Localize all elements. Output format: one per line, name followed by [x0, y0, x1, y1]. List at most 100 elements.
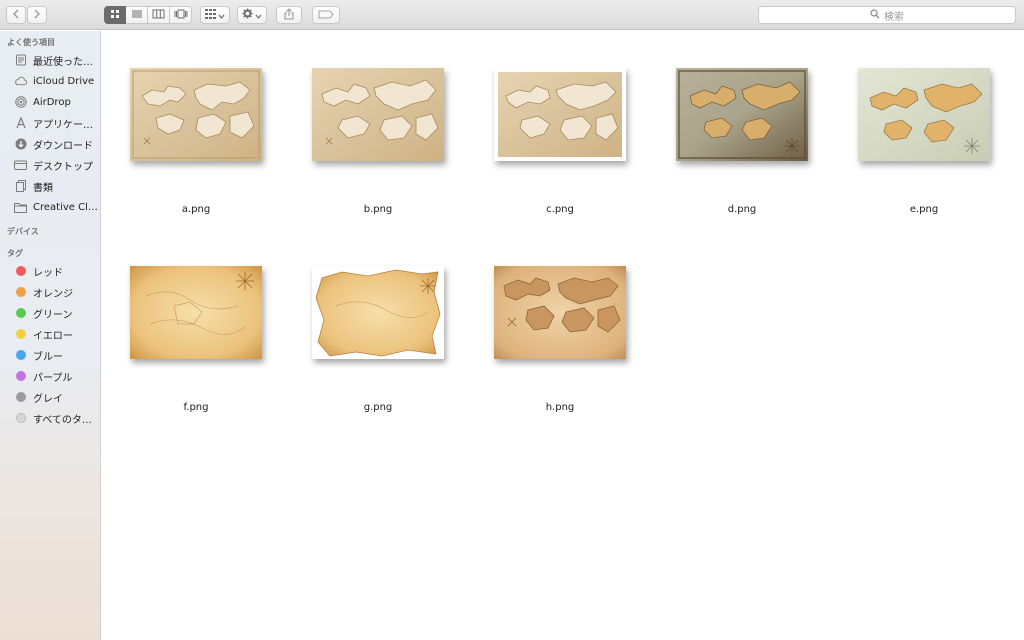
tag-color-dot — [16, 287, 26, 297]
sidebar-tag-yellow[interactable]: イエロー — [0, 324, 100, 344]
list-view-icon — [131, 9, 143, 22]
cover-flow-button[interactable] — [170, 6, 192, 24]
applications-icon — [14, 117, 27, 130]
file-thumbnail — [858, 68, 990, 161]
sidebar-item-airdrop[interactable]: AirDrop — [0, 92, 100, 112]
tag-color-dot — [16, 350, 26, 360]
sidebar-tag-purple[interactable]: パープル — [0, 366, 100, 386]
chevron-right-icon — [33, 9, 41, 22]
icon-view-button[interactable] — [104, 6, 126, 24]
file-item[interactable]: d.png — [652, 31, 812, 215]
cover-flow-icon — [174, 9, 188, 22]
file-name: b.png — [363, 204, 393, 215]
share-button[interactable] — [276, 6, 302, 24]
recents-icon — [14, 54, 27, 67]
file-item[interactable]: e.png — [834, 31, 994, 215]
file-thumbnail — [494, 266, 626, 359]
file-browser: a.png b.png c.png d.png e.png f.png g.pn… — [101, 31, 1024, 640]
file-item[interactable]: b.png — [288, 31, 448, 215]
sidebar-item-icloud-drive[interactable]: iCloud Drive — [0, 71, 100, 91]
file-item[interactable]: a.png — [106, 31, 266, 215]
airdrop-icon — [14, 96, 27, 109]
sidebar-tag-blue[interactable]: ブルー — [0, 345, 100, 365]
column-view-icon — [152, 9, 165, 22]
sidebar-tag-all-tags[interactable]: すべてのタ… — [0, 408, 100, 428]
grid-arrange-icon — [205, 8, 216, 22]
search-placeholder: 検索 — [884, 11, 904, 23]
tag-icon — [318, 9, 334, 22]
sidebar-item-label: オレンジ — [33, 288, 73, 300]
sidebar-item-label: iCloud Drive — [33, 75, 95, 87]
file-thumbnail — [130, 68, 262, 161]
sidebar-tag-orange[interactable]: オレンジ — [0, 282, 100, 302]
sidebar-item-label: アプリケー… — [33, 119, 93, 131]
file-thumbnail — [676, 68, 808, 161]
file-item[interactable]: f.png — [106, 229, 266, 413]
sidebar-item-label: ダウンロード — [33, 140, 93, 152]
file-name: h.png — [545, 402, 575, 413]
sidebar-item-creative-cloud[interactable]: Creative Cl… — [0, 197, 100, 217]
tags-header: タグ — [7, 249, 23, 258]
file-name: d.png — [727, 204, 757, 215]
sidebar-tag-gray[interactable]: グレイ — [0, 387, 100, 407]
tag-color-dot — [16, 413, 26, 423]
sidebar-item-label: レッド — [33, 267, 63, 279]
sidebar-item-documents[interactable]: 書類 — [0, 176, 100, 196]
file-item[interactable]: g.png — [288, 229, 448, 413]
chevron-left-icon — [12, 9, 20, 22]
sidebar: よく使う項目 最近使った… iCloud Drive AirDrop アプリケー… — [0, 31, 101, 640]
forward-button[interactable] — [27, 6, 47, 24]
icon-view-icon — [110, 9, 120, 22]
file-name: a.png — [181, 204, 211, 215]
tag-color-dot — [16, 266, 26, 276]
sidebar-item-label: グリーン — [33, 309, 73, 321]
sidebar-item-label: イエロー — [33, 330, 73, 342]
sidebar-tag-green[interactable]: グリーン — [0, 303, 100, 323]
sidebar-item-label: すべてのタ… — [33, 414, 92, 426]
sidebar-tag-red[interactable]: レッド — [0, 261, 100, 281]
file-thumbnail — [312, 266, 444, 359]
desktop-icon — [14, 159, 27, 172]
chevron-down-icon — [218, 9, 225, 22]
folder-icon — [14, 201, 27, 214]
favorites-header: よく使う項目 — [7, 38, 55, 47]
tag-color-dot — [16, 308, 26, 318]
sidebar-item-label: ブルー — [33, 351, 63, 363]
column-view-button[interactable] — [148, 6, 170, 24]
view-mode-selector — [104, 6, 192, 24]
file-name: g.png — [363, 402, 393, 413]
sidebar-item-label: パープル — [33, 372, 73, 384]
search-field[interactable]: 検索 — [758, 6, 1016, 24]
file-name: e.png — [909, 204, 939, 215]
sidebar-item-label: 書類 — [33, 182, 53, 194]
sidebar-item-desktop[interactable]: デスクトップ — [0, 155, 100, 175]
file-thumbnail — [130, 266, 262, 359]
sidebar-item-label: Creative Cl… — [33, 201, 98, 213]
file-name: c.png — [546, 204, 574, 215]
toolbar: 検索 — [0, 0, 1024, 30]
file-name: f.png — [183, 402, 209, 413]
sidebar-item-recents[interactable]: 最近使った… — [0, 50, 100, 70]
sidebar-item-applications[interactable]: アプリケー… — [0, 113, 100, 133]
devices-header: デバイス — [7, 227, 39, 236]
downloads-icon — [14, 138, 27, 151]
arrange-button[interactable] — [200, 6, 230, 24]
back-button[interactable] — [6, 6, 26, 24]
tag-color-dot — [16, 371, 26, 381]
sidebar-item-label: 最近使った… — [33, 56, 93, 68]
tags-button[interactable] — [312, 6, 340, 24]
sidebar-item-label: AirDrop — [33, 96, 71, 108]
share-icon — [284, 7, 294, 23]
file-item[interactable]: h.png — [470, 229, 630, 413]
tag-color-dot — [16, 329, 26, 339]
sidebar-item-label: グレイ — [33, 393, 63, 405]
tag-color-dot — [16, 392, 26, 402]
action-button[interactable] — [237, 6, 267, 24]
sidebar-item-label: デスクトップ — [33, 161, 93, 173]
sidebar-item-downloads[interactable]: ダウンロード — [0, 134, 100, 154]
chevron-down-icon — [255, 9, 262, 22]
documents-icon — [14, 180, 27, 193]
list-view-button[interactable] — [126, 6, 148, 24]
file-thumbnail — [494, 68, 626, 161]
file-item[interactable]: c.png — [470, 31, 630, 215]
